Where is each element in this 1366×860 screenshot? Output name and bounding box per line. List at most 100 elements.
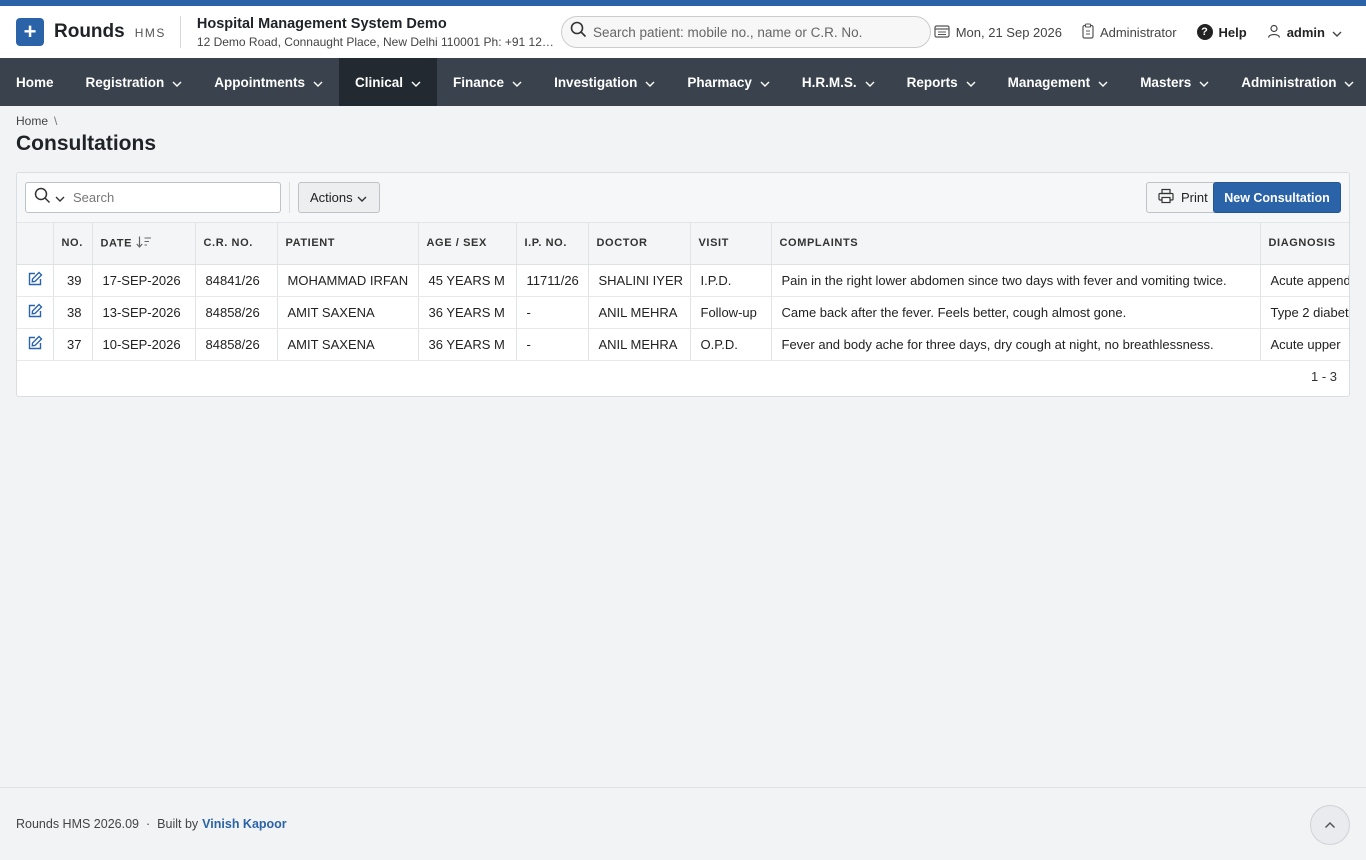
new-consultation-button[interactable]: New Consultation [1213, 182, 1341, 213]
chevron-down-icon [1344, 75, 1354, 90]
nav-registration[interactable]: Registration [70, 58, 199, 106]
nav-label: Home [16, 74, 54, 90]
nav-appointments[interactable]: Appointments [198, 58, 339, 106]
brand-sub: HMS [134, 26, 166, 40]
nav-reports[interactable]: Reports [891, 58, 992, 106]
chevron-down-icon [313, 75, 323, 90]
breadcrumb: Home \ [0, 106, 1366, 128]
col-doctor[interactable]: DOCTOR [588, 223, 691, 265]
cell-cr-no: 84858/26 [195, 328, 278, 361]
breadcrumb-separator: \ [54, 114, 58, 128]
patient-search-input[interactable] [593, 24, 913, 40]
col-cr-no[interactable]: C.R. NO. [195, 223, 278, 265]
cell-ip-no: - [516, 328, 589, 361]
actions-label: Actions [310, 190, 353, 205]
nav-finance[interactable]: Finance [437, 58, 538, 106]
header-right: Mon, 21 Sep 2026 Administrator ? Help ad… [914, 6, 1348, 58]
table-row[interactable]: 39 17-SEP-2026 84841/26 MOHAMMAD IRFAN 4… [17, 264, 1349, 297]
logo-plus-icon[interactable]: + [16, 18, 44, 46]
chevron-down-icon[interactable] [55, 189, 65, 207]
col-visit[interactable]: VISIT [690, 223, 772, 265]
col-ip-no[interactable]: I.P. NO. [516, 223, 589, 265]
org-name: Hospital Management System Demo [196, 15, 447, 32]
pagination-info: 1 - 3 [1310, 369, 1337, 384]
edit-cell [17, 264, 54, 297]
print-button[interactable]: Print [1146, 182, 1221, 213]
consultations-table: NO. DATE C.R. NO. PATIENT AGE / SEX I.P.… [17, 223, 1349, 361]
cell-date: 10-SEP-2026 [92, 328, 196, 361]
col-patient[interactable]: PATIENT [277, 223, 419, 265]
cell-cr-no: 84841/26 [195, 264, 278, 297]
help-link[interactable]: ? Help [1196, 24, 1247, 40]
scroll-to-top-button[interactable] [1310, 805, 1350, 845]
user-menu[interactable]: admin [1267, 24, 1348, 41]
table-search-input[interactable] [73, 190, 263, 205]
user-icon [1267, 24, 1287, 41]
cell-ip-no: 11711/26 [516, 264, 589, 297]
page-title: Consultations [16, 132, 156, 155]
sort-descending-icon[interactable] [136, 236, 152, 251]
edit-icon[interactable] [27, 303, 43, 322]
cell-visit: O.P.D. [690, 328, 772, 361]
help-icon: ? [1196, 24, 1213, 40]
main-navbar: Home Registration Appointments Clinical … [0, 58, 1366, 106]
chevron-down-icon [1332, 25, 1348, 40]
role-indicator[interactable]: Administrator [1082, 22, 1177, 42]
col-complaints[interactable]: COMPLAINTS [771, 223, 1261, 265]
cell-age-sex: 45 YEARS M [418, 264, 517, 297]
col-date[interactable]: DATE [92, 223, 196, 265]
search-icon [570, 21, 587, 43]
col-age-sex[interactable]: AGE / SEX [418, 223, 517, 265]
nav-management[interactable]: Management [992, 58, 1125, 106]
nav-label: H.R.M.S. [801, 74, 857, 90]
consultations-panel: Actions Print New Consultation NO. DATE … [16, 172, 1350, 397]
cell-diagnosis: Type 2 diabetes [1260, 296, 1349, 329]
cell-no: 37 [53, 328, 93, 361]
nav-pharmacy[interactable]: Pharmacy [671, 58, 786, 106]
col-diagnosis[interactable]: DIAGNOSIS [1260, 223, 1349, 265]
cell-complaints: Fever and body ache for three days, dry … [771, 328, 1261, 361]
footer-dot: · [146, 817, 151, 831]
nav-administration[interactable]: Administration [1225, 58, 1366, 106]
table-search-box[interactable] [25, 182, 281, 213]
footer-author-link[interactable]: Vinish Kapoor [202, 817, 287, 831]
nav-home[interactable]: Home [0, 58, 70, 106]
cell-doctor: ANIL MEHRA [588, 296, 691, 329]
chevron-down-icon [645, 75, 655, 90]
chevron-down-icon [865, 75, 875, 90]
chevron-up-icon [1324, 818, 1336, 832]
footer-version: Rounds HMS 2026.09 [16, 817, 139, 831]
edit-cell [17, 296, 54, 329]
date-text: Mon, 21 Sep 2026 [955, 24, 1062, 40]
header-divider [179, 16, 181, 48]
col-no[interactable]: NO. [53, 223, 93, 265]
chevron-down-icon [966, 75, 976, 90]
nav-masters[interactable]: Masters [1124, 58, 1225, 106]
cell-cr-no: 84858/26 [195, 296, 278, 329]
chevron-down-icon [760, 75, 770, 90]
actions-button[interactable]: Actions [298, 182, 380, 213]
cell-age-sex: 36 YEARS M [418, 328, 517, 361]
edit-icon[interactable] [27, 271, 43, 290]
cell-ip-no: - [516, 296, 589, 329]
table-row[interactable]: 38 13-SEP-2026 84858/26 AMIT SAXENA 36 Y… [17, 296, 1349, 329]
patient-search-box[interactable] [561, 16, 931, 48]
search-icon[interactable] [34, 187, 51, 209]
cell-complaints: Came back after the fever. Feels better,… [771, 296, 1261, 329]
col-edit [17, 223, 54, 265]
brand-name[interactable]: Rounds [54, 21, 125, 43]
app-footer: Rounds HMS 2026.09 · Built by Vinish Kap… [0, 787, 1366, 860]
breadcrumb-home[interactable]: Home [16, 114, 48, 128]
printer-icon [1158, 188, 1181, 207]
nav-hrms[interactable]: H.R.M.S. [786, 58, 891, 106]
cell-doctor: ANIL MEHRA [588, 328, 691, 361]
chevron-down-icon [1199, 75, 1209, 90]
nav-clinical[interactable]: Clinical [339, 58, 438, 106]
table-row[interactable]: 37 10-SEP-2026 84858/26 AMIT SAXENA 36 Y… [17, 328, 1349, 361]
nav-label: Pharmacy [687, 74, 752, 90]
nav-label: Investigation [554, 74, 638, 90]
edit-icon[interactable] [27, 335, 43, 354]
org-info: Hospital Management System Demo 12 Demo … [197, 16, 557, 49]
current-date: Mon, 21 Sep 2026 [934, 24, 1062, 41]
nav-investigation[interactable]: Investigation [538, 58, 671, 106]
